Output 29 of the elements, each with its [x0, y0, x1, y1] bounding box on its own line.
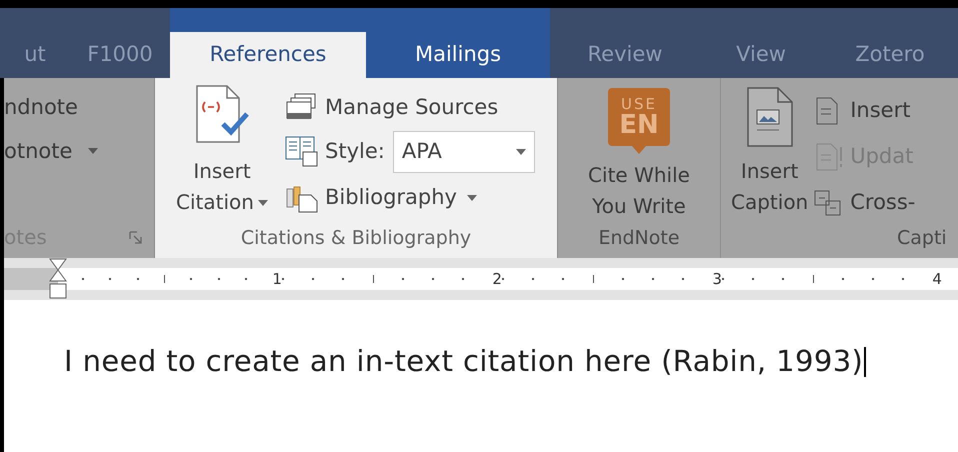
ribbon-button[interactable]: Cross-	[814, 182, 916, 224]
ribbon-tab[interactable]: References	[170, 32, 366, 78]
caption-document-icon	[744, 86, 795, 148]
insert-caption-button[interactable]: Insert Caption	[731, 86, 808, 224]
caret-icon	[467, 195, 477, 201]
document-text: I need to create an in-text citation here (Rabin, 1993)	[64, 343, 864, 380]
bibliography-button[interactable]: Bibliography	[285, 176, 535, 220]
ribbon-button[interactable]: ndnote	[4, 92, 78, 122]
indent-marker-icon[interactable]	[48, 258, 68, 300]
style-pages-icon	[285, 136, 319, 168]
document-icon	[814, 143, 844, 171]
ribbon-button[interactable]: otnote	[4, 136, 98, 166]
group-label: EndNote	[598, 226, 680, 250]
ruler-number: 4	[932, 272, 942, 286]
group-label: Capti	[896, 226, 948, 251]
insert-citation-button[interactable]: Insert Citation	[159, 84, 285, 220]
manage-sources-button[interactable]: Manage Sources	[285, 88, 535, 128]
caret-icon	[88, 148, 98, 154]
cite-while-you-write-button[interactable]: USE EN Cite While You Write	[588, 78, 690, 222]
text-cursor	[864, 346, 866, 377]
style-label: Style:	[325, 138, 385, 166]
group-label: Citations & Bibliography	[240, 226, 472, 250]
ribbon-button[interactable]: Insert	[814, 90, 916, 132]
caret-icon	[516, 149, 526, 155]
caret-icon	[258, 200, 268, 206]
ruler-number: 1	[272, 272, 282, 286]
ruler-number: 3	[712, 272, 722, 286]
ruler-number: 2	[492, 272, 502, 286]
style-dropdown[interactable]: APA	[392, 131, 535, 173]
